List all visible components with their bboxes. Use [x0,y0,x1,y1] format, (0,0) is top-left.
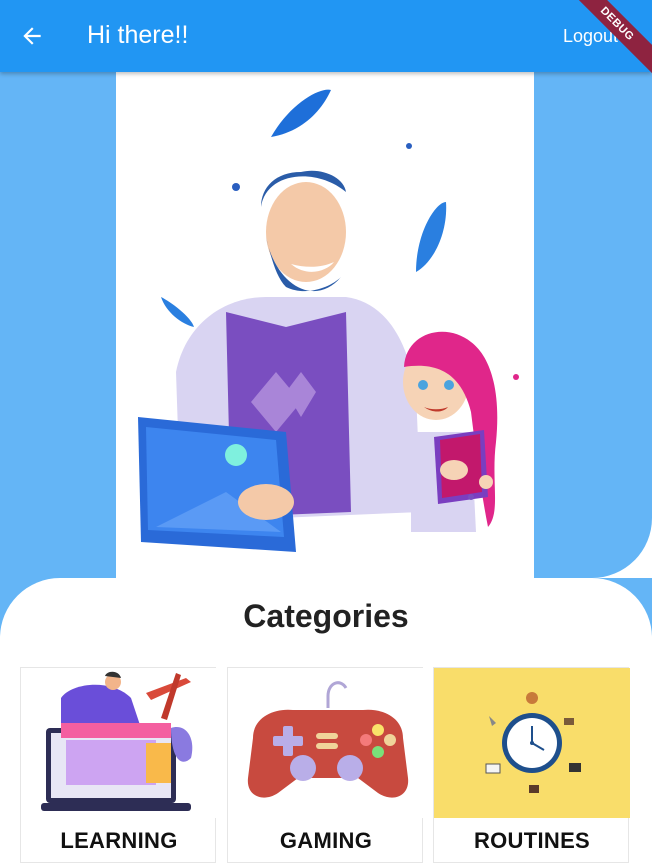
category-label-gaming: GAMING [279,828,373,853]
learning-illustration [21,668,217,818]
app-bar-title: Hi there!! [87,21,189,49]
game-controller-illustration [228,668,424,818]
clock-routine-illustration [434,668,630,818]
category-card-gaming[interactable]: GAMING [227,667,424,863]
category-label-routines: ROUTINES [473,828,591,853]
app-bar: Hi there!! Logout [0,0,652,72]
back-button[interactable] [12,14,52,58]
hero-illustration [116,72,534,578]
teacher-student-illustration [138,89,519,552]
category-label-learning: LEARNING [60,828,178,853]
category-card-learning[interactable]: LEARNING [20,667,217,863]
section-title: Categories [243,598,409,634]
back-arrow-icon [23,27,41,45]
category-card-routines[interactable]: ROUTINES [433,667,630,863]
